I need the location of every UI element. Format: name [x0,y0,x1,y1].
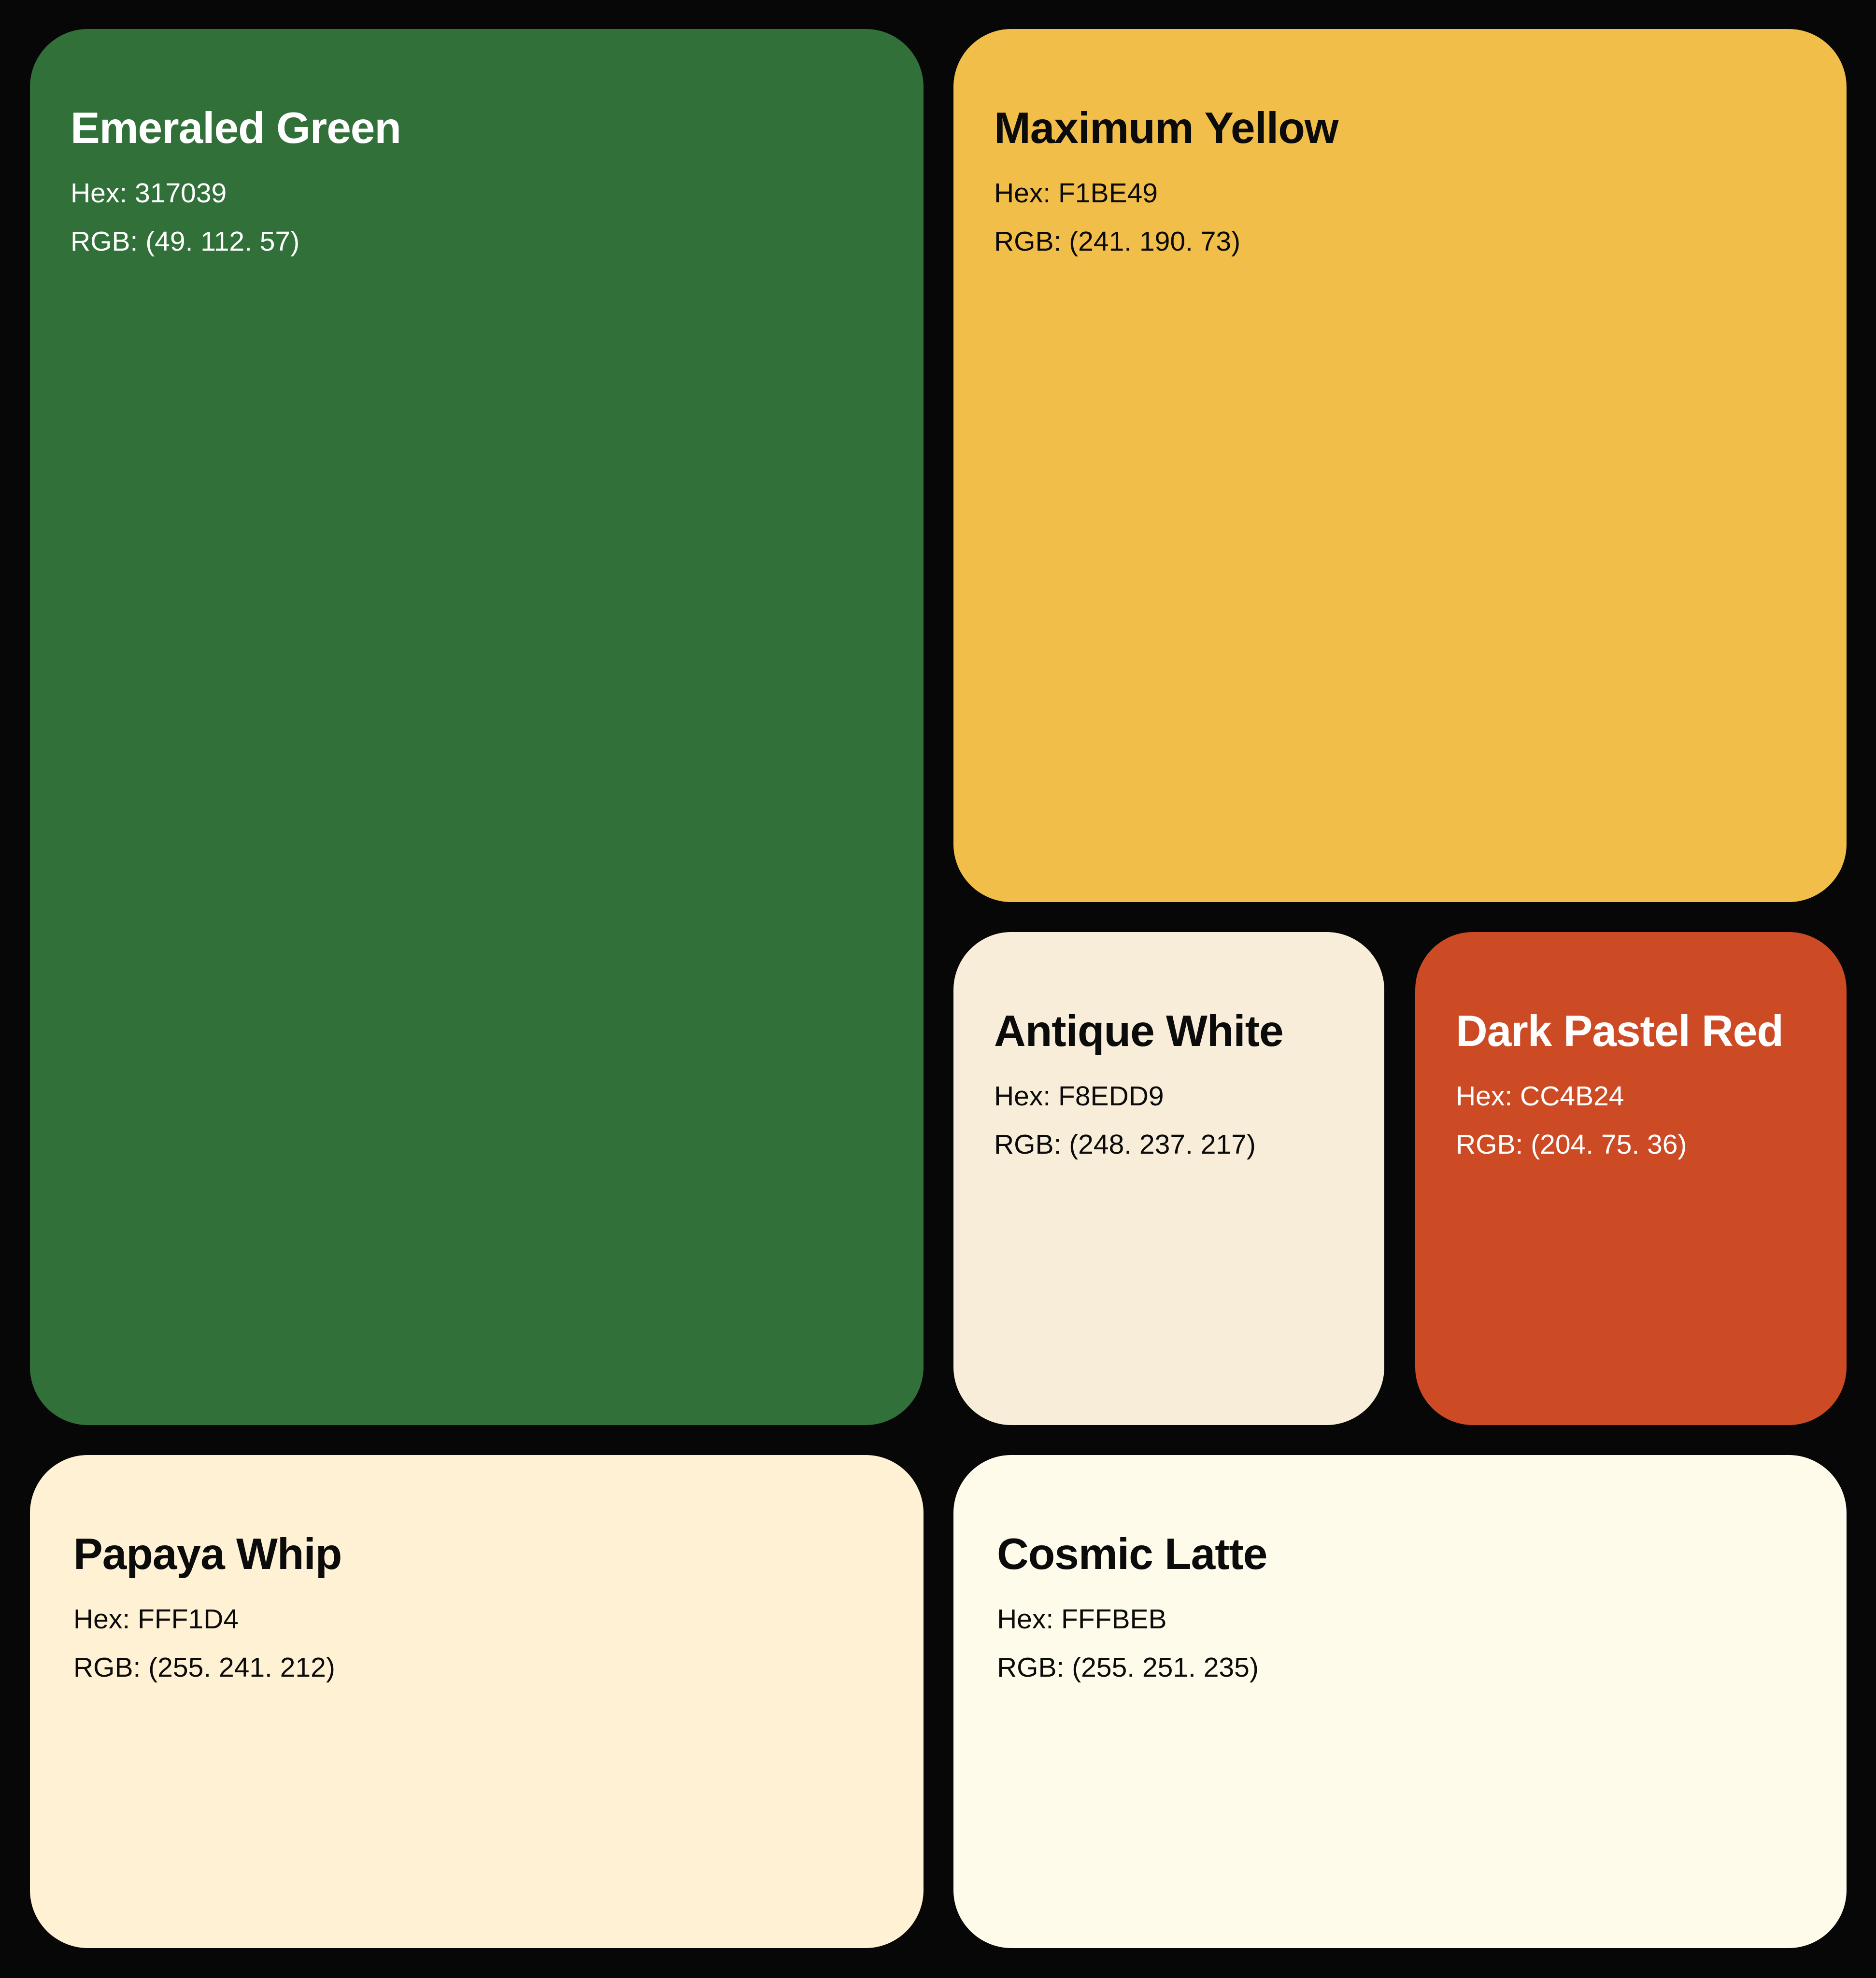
swatch-rgb: RGB: (248. 237. 217) [994,1129,1256,1160]
swatch-hex: Hex: F1BE49 [994,178,1158,209]
swatch-card-antique-white: Antique White Hex: F8EDD9 RGB: (248. 237… [953,932,1384,1425]
swatch-name: Cosmic Latte [997,1530,1267,1579]
swatch-rgb: RGB: (49. 112. 57) [71,226,300,257]
swatch-rgb: RGB: (255. 251. 235) [997,1652,1259,1683]
swatch-hex: Hex: CC4B24 [1456,1081,1624,1112]
swatch-rgb: RGB: (241. 190. 73) [994,226,1241,257]
swatch-hex: Hex: 317039 [71,178,227,209]
swatch-card-cosmic-latte: Cosmic Latte Hex: FFFBEB RGB: (255. 251.… [953,1455,1847,1948]
swatch-name: Maximum Yellow [994,104,1339,153]
swatch-hex: Hex: F8EDD9 [994,1081,1164,1112]
swatch-card-emeraled-green: Emeraled Green Hex: 317039 RGB: (49. 112… [30,29,924,1425]
swatch-rgb: RGB: (204. 75. 36) [1456,1129,1687,1160]
swatch-name: Dark Pastel Red [1456,1007,1784,1056]
swatch-card-dark-pastel-red: Dark Pastel Red Hex: CC4B24 RGB: (204. 7… [1415,932,1847,1425]
swatch-hex: Hex: FFFBEB [997,1604,1167,1635]
swatch-rgb: RGB: (255. 241. 212) [73,1652,335,1683]
swatch-name: Antique White [994,1007,1284,1056]
swatch-name: Papaya Whip [73,1530,342,1579]
swatch-card-maximum-yellow: Maximum Yellow Hex: F1BE49 RGB: (241. 19… [953,29,1847,902]
swatch-card-papaya-whip: Papaya Whip Hex: FFF1D4 RGB: (255. 241. … [30,1455,924,1948]
swatch-name: Emeraled Green [71,104,401,153]
swatch-hex: Hex: FFF1D4 [73,1604,239,1635]
